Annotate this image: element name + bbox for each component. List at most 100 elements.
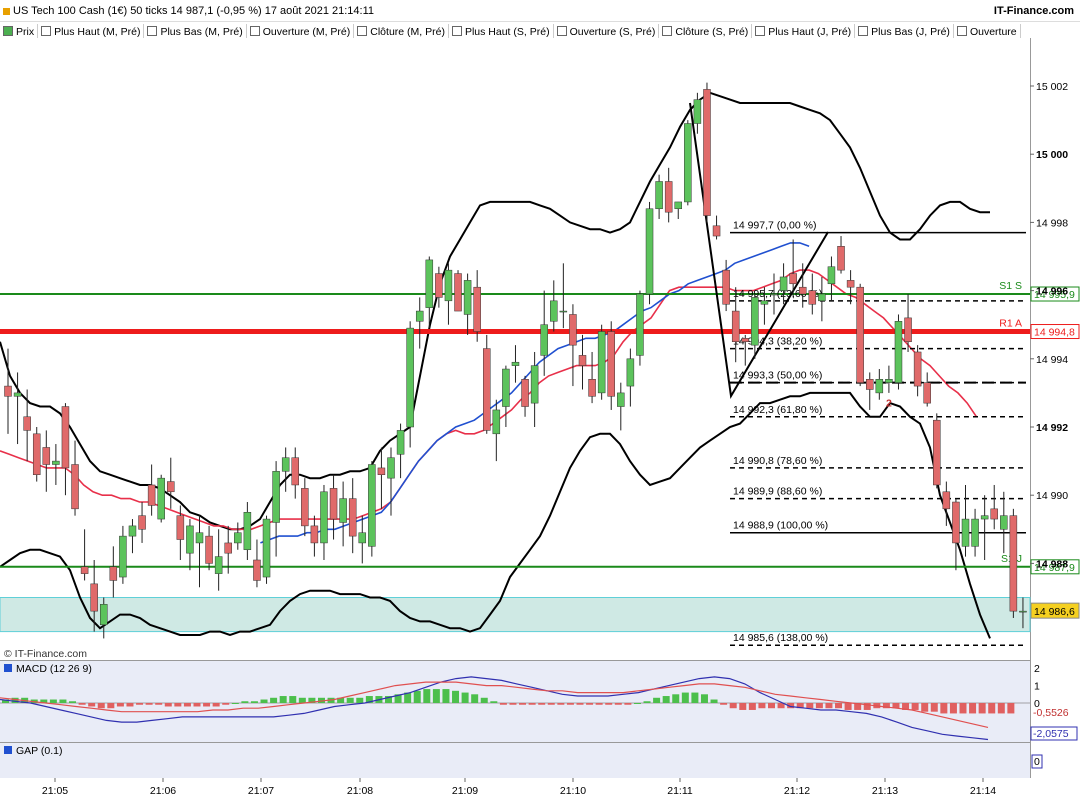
macd-histogram-bar [729, 703, 737, 709]
candle-down [435, 273, 443, 298]
macd-histogram-bar [1007, 703, 1015, 714]
candle-up [617, 392, 625, 407]
macd-histogram-bar [174, 703, 182, 707]
x-tick-label: 21:09 [452, 785, 478, 797]
candle-up [818, 293, 826, 302]
macd-histogram-bar [49, 699, 57, 703]
gap-title: GAP (0.1) [16, 745, 63, 757]
macd-histogram-bar [700, 694, 708, 703]
macd-histogram-bar [509, 703, 517, 705]
x-tick-label: 21:05 [42, 785, 68, 797]
candle-up [894, 321, 903, 383]
macd-histogram-bar [88, 703, 96, 707]
macd-histogram-bar [911, 703, 919, 710]
y-tick-label: 15 002 [1036, 81, 1068, 93]
y-tick-label: 14 998 [1036, 217, 1068, 229]
candle-down [607, 331, 615, 397]
macd-histogram-bar [519, 703, 527, 705]
candle-up [760, 300, 769, 305]
macd-histogram-bar [624, 703, 632, 705]
macd-histogram-bar [595, 703, 603, 705]
candle-up [272, 471, 280, 523]
candle-down [348, 498, 357, 537]
macd-value-label: -2,0575 [1033, 728, 1069, 740]
candle-down [578, 355, 587, 366]
macd-histogram-bar [969, 703, 977, 714]
candle-up [463, 280, 472, 315]
candle-up [387, 457, 395, 479]
fibonacci-label: 14 988,9 (100,00 %) [733, 520, 828, 532]
y-tick-label: 14 996 [1036, 286, 1068, 298]
candle-down [224, 542, 232, 554]
macd-histogram-bar [528, 703, 536, 705]
candle-down [80, 566, 89, 574]
macd-pane [0, 661, 1030, 742]
candle-up [492, 409, 501, 435]
candle-up [52, 460, 60, 465]
candle-down [913, 351, 922, 387]
macd-histogram-bar [346, 697, 354, 703]
x-tick-label: 21:10 [560, 785, 586, 797]
candle-up [655, 181, 663, 210]
candle-up [358, 532, 367, 544]
candle-down [952, 501, 960, 544]
candle-up [320, 491, 328, 544]
candle-down [808, 290, 817, 305]
candle-down [291, 457, 299, 486]
macd-histogram-bar [260, 699, 268, 703]
macd-histogram-bar [203, 703, 211, 707]
y-tick-label: 14 994 [1036, 354, 1068, 366]
candle-up [444, 269, 453, 302]
candle-up [415, 310, 424, 322]
macd-histogram-bar [538, 703, 546, 705]
candle-down [301, 488, 309, 527]
macd-histogram-bar [222, 703, 230, 705]
candle-down [109, 566, 118, 581]
macd-legend-swatch [4, 664, 12, 672]
macd-histogram-bar [605, 703, 613, 705]
macd-histogram-bar [461, 692, 469, 703]
macd-histogram-bar [155, 703, 163, 705]
candle-down [253, 559, 261, 581]
macd-histogram-bar [844, 703, 852, 710]
candle-up [751, 297, 759, 346]
candle-down [32, 433, 41, 475]
macd-histogram-bar [442, 689, 450, 703]
candle-up [770, 293, 778, 296]
candle-down [377, 467, 386, 475]
macd-histogram-bar [78, 703, 86, 705]
candle-down [942, 491, 951, 510]
candle-up [980, 515, 989, 520]
macd-histogram-bar [250, 701, 258, 703]
macd-histogram-bar [289, 696, 297, 703]
macd-histogram-bar [720, 703, 728, 705]
candle-up [961, 518, 970, 547]
y-tick-label: 14 992 [1036, 422, 1068, 434]
candle-up [626, 358, 635, 387]
candle-down [61, 406, 70, 469]
price-chart[interactable]: S1 S14 995,9R1 A14 994,8S1 J14 987,914 9… [0, 0, 1080, 800]
macd-histogram-bar [978, 703, 986, 714]
macd-histogram-bar [270, 697, 278, 703]
macd-histogram-bar [825, 703, 833, 709]
macd-histogram-bar [586, 703, 594, 705]
macd-histogram-bar [758, 703, 766, 709]
macd-histogram-bar [231, 703, 239, 704]
candle-down [329, 488, 338, 520]
macd-histogram-bar [739, 703, 747, 710]
candle-up [559, 310, 568, 313]
macd-histogram-bar [815, 703, 823, 709]
candle-up [119, 535, 127, 578]
candle-up [636, 293, 644, 356]
candle-down [789, 273, 797, 285]
macd-histogram-bar [576, 703, 584, 705]
candle-down [933, 419, 941, 486]
macd-histogram-bar [212, 703, 220, 707]
y-tick-label: 15 000 [1036, 149, 1068, 161]
macd-histogram-bar [164, 703, 172, 707]
candle-up [214, 556, 223, 574]
macd-histogram-bar [940, 703, 948, 714]
macd-histogram-bar [949, 703, 957, 714]
macd-histogram-bar [279, 696, 287, 703]
macd-histogram-bar [107, 703, 115, 709]
